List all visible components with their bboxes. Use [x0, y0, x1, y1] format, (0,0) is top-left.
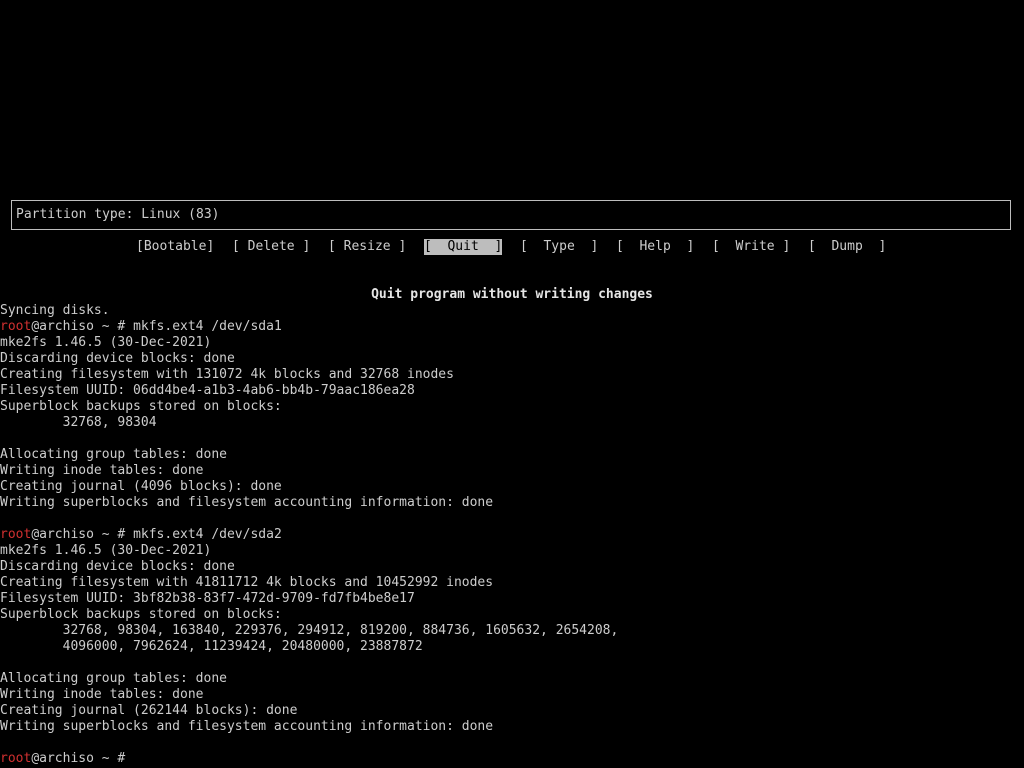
shell-prompt-line: root@archiso ~ # mkfs.ext4 /dev/sda1	[0, 319, 282, 335]
terminal-line: mke2fs 1.46.5 (30-Dec-2021)	[0, 335, 212, 350]
terminal-line: Allocating group tables: done	[0, 671, 227, 686]
terminal-line: Writing superblocks and filesystem accou…	[0, 719, 494, 734]
prompt-host: @archiso ~ #	[31, 751, 134, 766]
prompt-host: @archiso ~ #	[31, 527, 134, 542]
shell-prompt-line: root@archiso ~ # mkfs.ext4 /dev/sda2	[0, 527, 282, 543]
terminal-line: 4096000, 7962624, 11239424, 20480000, 23…	[0, 639, 423, 654]
menu-type-button[interactable]: [ Type ]	[520, 239, 598, 255]
terminal-line: 32768, 98304	[0, 415, 157, 430]
terminal-line: Syncing disks.	[0, 303, 110, 318]
terminal-line: 32768, 98304, 163840, 229376, 294912, 81…	[0, 623, 619, 638]
terminal-line: Writing inode tables: done	[0, 687, 204, 702]
menu-delete-button[interactable]: [ Delete ]	[232, 239, 310, 255]
prompt-user: root	[0, 319, 32, 334]
prompt-user: root	[0, 527, 32, 542]
prompt-host: @archiso ~ #	[31, 319, 134, 334]
shell-command: mkfs.ext4 /dev/sda2	[133, 527, 282, 542]
terminal-line: Superblock backups stored on blocks:	[0, 607, 282, 622]
terminal-line: Creating filesystem with 131072 4k block…	[0, 367, 454, 382]
terminal-line: Discarding device blocks: done	[0, 559, 235, 574]
partition-info-box: Partition type: Linux (83)	[11, 200, 1011, 230]
cfdisk-menu-bar: [Bootable] [ Delete ] [ Resize ] [ Quit …	[0, 239, 1024, 255]
terminal-line: Discarding device blocks: done	[0, 351, 235, 366]
terminal-line: Writing superblocks and filesystem accou…	[0, 495, 494, 510]
terminal-line: Filesystem UUID: 06dd4be4-a1b3-4ab6-bb4b…	[0, 383, 415, 398]
menu-quit-button[interactable]: [ Quit ]	[424, 239, 503, 255]
terminal-line: Writing inode tables: done	[0, 463, 204, 478]
menu-dump-button[interactable]: [ Dump ]	[808, 239, 886, 255]
shell-command: mkfs.ext4 /dev/sda1	[133, 319, 282, 334]
terminal-cursor	[133, 752, 141, 766]
menu-resize-button[interactable]: [ Resize ]	[328, 239, 406, 255]
menu-help-button[interactable]: [ Help ]	[616, 239, 694, 255]
terminal-line: Allocating group tables: done	[0, 447, 227, 462]
terminal-line: Creating journal (262144 blocks): done	[0, 703, 298, 718]
terminal-line: mke2fs 1.46.5 (30-Dec-2021)	[0, 543, 212, 558]
menu-bootable-button[interactable]: [Bootable]	[136, 239, 214, 255]
shell-prompt-line[interactable]: root@archiso ~ #	[0, 751, 141, 767]
terminal-line: Filesystem UUID: 3bf82b38-83f7-472d-9709…	[0, 591, 415, 606]
terminal-line: Creating filesystem with 41811712 4k blo…	[0, 575, 494, 590]
menu-description-text: Quit program without writing changes	[371, 287, 653, 302]
menu-write-button[interactable]: [ Write ]	[712, 239, 790, 255]
prompt-user: root	[0, 751, 32, 766]
partition-type-text: Partition type: Linux (83)	[16, 207, 220, 222]
terminal-line: Creating journal (4096 blocks): done	[0, 479, 282, 494]
terminal-line: Superblock backups stored on blocks:	[0, 399, 282, 414]
